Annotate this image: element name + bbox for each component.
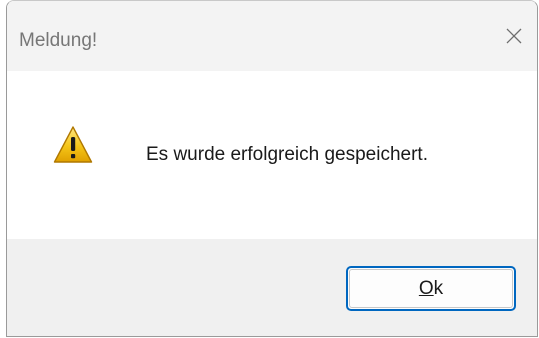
message-dialog: Meldung! Es wurde erfolgreich gespeicher… xyxy=(6,0,538,337)
ok-button[interactable]: Ok xyxy=(346,266,516,311)
ok-label-rest: k xyxy=(433,277,444,299)
close-icon xyxy=(506,28,522,44)
dialog-content: Es wurde erfolgreich gespeichert. xyxy=(7,71,537,239)
ok-button-label: Ok xyxy=(419,278,443,300)
warning-icon xyxy=(53,126,93,163)
dialog-footer: Ok xyxy=(7,239,537,336)
dialog-title: Meldung! xyxy=(19,30,98,51)
title-bar[interactable]: Meldung! xyxy=(7,1,537,71)
close-button[interactable] xyxy=(491,13,537,59)
ok-mnemonic: O xyxy=(418,277,434,299)
dialog-message: Es wurde erfolgreich gespeichert. xyxy=(146,144,428,165)
